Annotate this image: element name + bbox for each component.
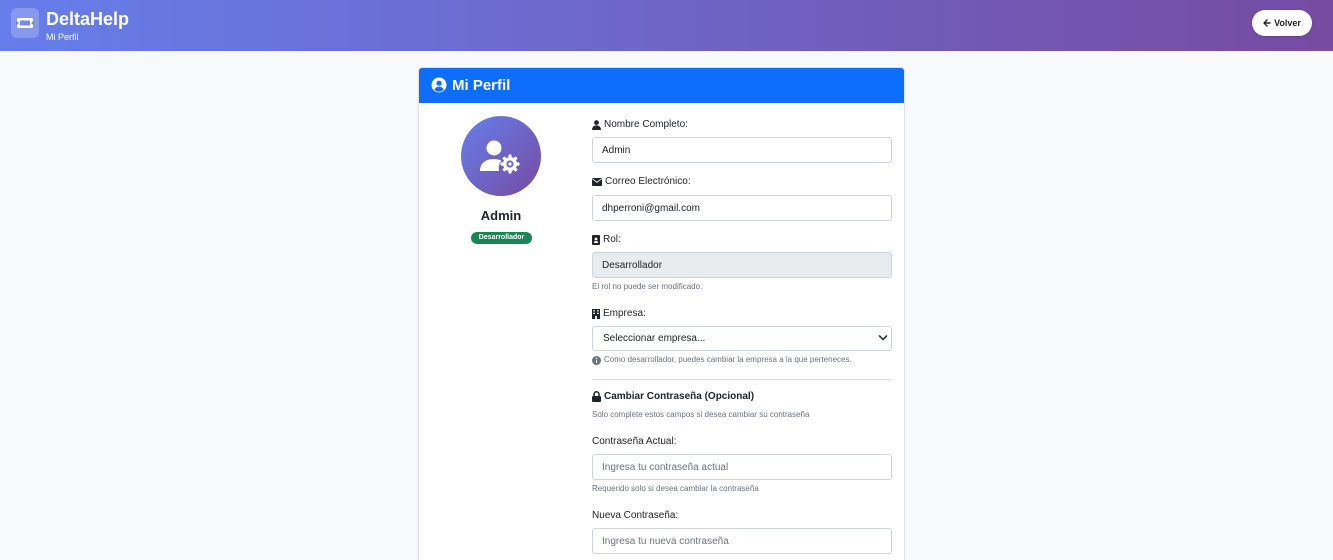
building-icon	[592, 308, 600, 319]
page-subtitle: Mi Perfil	[46, 32, 79, 42]
company-select-value: Seleccionar empresa...	[603, 333, 706, 344]
back-button[interactable]: Volver	[1252, 10, 1312, 36]
company-label: Empresa:	[592, 307, 646, 320]
user-name: Admin	[480, 208, 522, 223]
id-badge-icon	[592, 234, 600, 245]
back-button-label: Volver	[1274, 18, 1301, 28]
new-password-label: Nueva Contraseña:	[592, 510, 679, 521]
email-input[interactable]	[592, 195, 892, 221]
user-gear-icon	[480, 140, 520, 174]
full-name-label: Nombre Completo:	[592, 118, 688, 131]
full-name-input[interactable]	[592, 137, 892, 163]
role-input	[592, 252, 892, 278]
user-icon	[592, 119, 601, 130]
app-title: DeltaHelp	[46, 9, 130, 29]
new-password-input[interactable]	[592, 528, 892, 554]
card-header: Mi Perfil	[419, 68, 904, 103]
arrow-left-icon	[1263, 19, 1271, 27]
section-divider	[592, 379, 892, 380]
user-circle-icon	[431, 77, 447, 98]
company-select[interactable]: Seleccionar empresa...	[592, 326, 892, 351]
role-badge: Desarrollador	[471, 232, 532, 244]
current-password-help: Requerido solo si desea cambiar la contr…	[592, 484, 759, 493]
company-help: Como desarrollador, puedes cambiar la em…	[592, 355, 852, 365]
info-circle-icon	[592, 355, 601, 365]
chevron-down-icon	[878, 335, 888, 341]
password-section-subtitle: Solo complete estos campos si desea camb…	[592, 410, 810, 419]
role-label: Rol:	[592, 233, 621, 246]
envelope-icon	[592, 177, 602, 186]
top-navbar: DeltaHelp Mi Perfil Volver	[0, 0, 1333, 51]
current-password-label: Contraseña Actual:	[592, 436, 677, 447]
avatar	[461, 116, 541, 196]
password-section-title: Cambiar Contraseña (Opcional)	[592, 390, 754, 403]
current-password-input[interactable]	[592, 454, 892, 480]
role-help: El rol no puede ser modificado.	[592, 282, 703, 291]
profile-card: Mi Perfil Admin Desarrollador Nombre Com…	[418, 67, 905, 560]
ticket-icon	[11, 8, 39, 38]
email-label: Correo Electrónico:	[592, 175, 691, 188]
card-title: Mi Perfil	[452, 77, 511, 94]
lock-icon	[592, 391, 601, 402]
